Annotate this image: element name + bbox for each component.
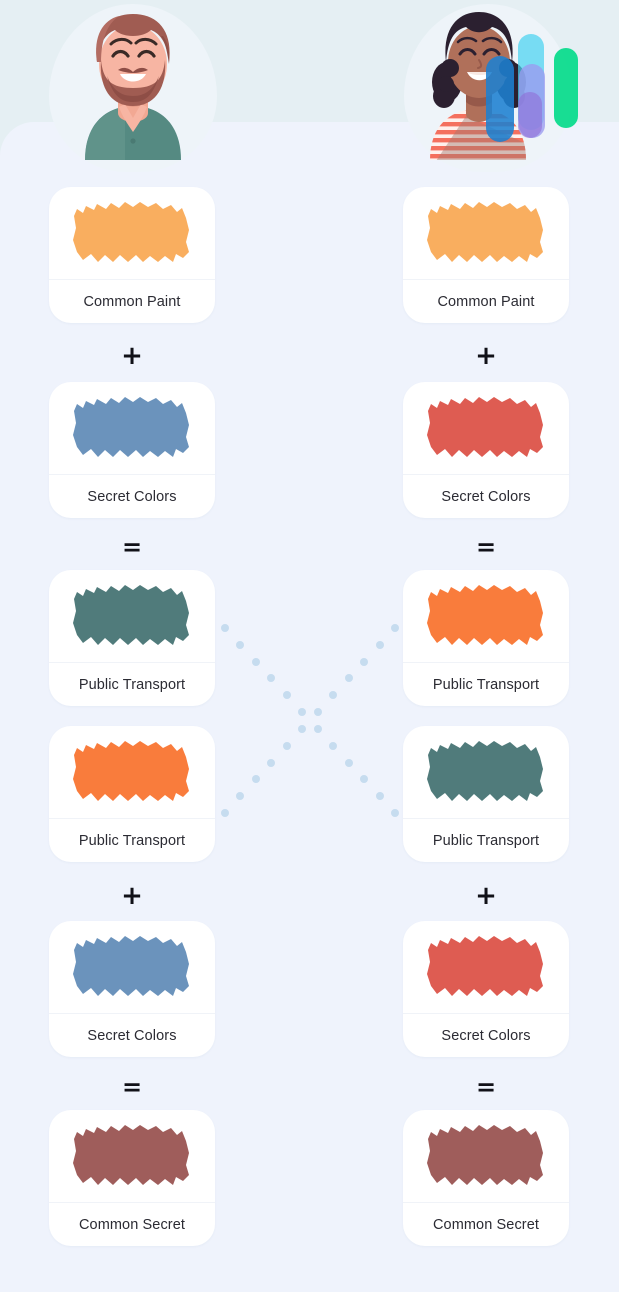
secret-colors-swatch: [427, 397, 543, 457]
card-common-paint[interactable]: Common Paint: [403, 187, 569, 323]
exchange-dot: [329, 691, 338, 700]
exchange-dot: [391, 624, 399, 632]
operator-plus-2: +: [475, 881, 497, 911]
exchange-dot: [360, 657, 369, 666]
bearded-man-avatar: [63, 10, 203, 160]
secret-colors-swatch: [73, 397, 189, 457]
card-label: Secret Colors: [87, 488, 177, 505]
card-label: Secret Colors: [441, 488, 531, 505]
exchange-dot: [236, 640, 245, 649]
card-public-transport-b[interactable]: Public Transport: [49, 726, 215, 862]
card-common-secret[interactable]: Common Secret: [49, 1110, 215, 1246]
swatch-public-transport-a: [49, 570, 215, 663]
exchange-dot: [375, 640, 384, 649]
exchange-dot: [313, 708, 322, 717]
swatch-secret-colors: [49, 382, 215, 475]
public-transport-swatch: [73, 585, 189, 645]
card-label: Public Transport: [432, 832, 540, 849]
operator-equals-1: =: [121, 533, 143, 561]
public-transport-swatch: [427, 585, 543, 645]
swatch-common-paint: [49, 187, 215, 280]
operator-equals-2: =: [475, 1073, 497, 1101]
operator-plus-2: +: [121, 881, 143, 911]
common-secret-swatch: [427, 1125, 543, 1185]
panel-corner-shoulder: [0, 122, 40, 162]
exchange-dot: [329, 741, 338, 750]
common-paint-swatch: [73, 202, 189, 262]
woman-with-color-bars-avatar: [420, 10, 600, 160]
card-secret-colors[interactable]: Secret Colors: [49, 382, 215, 518]
card-label: Common Paint: [83, 293, 181, 310]
exchange-dot: [221, 809, 229, 817]
card-label: Common Secret: [432, 1216, 540, 1233]
exchange-dot: [251, 657, 260, 666]
operator-equals-2: =: [121, 1073, 143, 1101]
exchange-dot: [267, 758, 276, 767]
card-public-transport-a[interactable]: Public Transport: [49, 570, 215, 706]
exchange-dot: [298, 708, 307, 717]
swatch-secret-colors-2: [403, 921, 569, 1014]
card-label: Common Paint: [437, 293, 535, 310]
swatch-public-transport-b: [49, 726, 215, 819]
dotted-exchange-x: [221, 624, 399, 817]
exchange-dot: [236, 792, 245, 801]
exchange-dot: [344, 674, 353, 683]
swatch-common-paint: [403, 187, 569, 280]
card-label: Secret Colors: [441, 1027, 531, 1044]
exchange-dot: [282, 691, 291, 700]
exchange-dot: [375, 792, 384, 801]
card-common-secret[interactable]: Common Secret: [403, 1110, 569, 1246]
swatch-secret-colors: [403, 382, 569, 475]
card-public-transport-a[interactable]: Public Transport: [403, 570, 569, 706]
operator-plus-1: +: [475, 341, 497, 371]
operator-plus-1: +: [121, 341, 143, 371]
exchange-dot: [391, 809, 399, 817]
exchange-dot: [267, 674, 276, 683]
secret-colors-swatch: [427, 936, 543, 996]
exchange-dot: [251, 775, 260, 784]
exchange-dot: [344, 758, 353, 767]
swatch-common-secret: [403, 1110, 569, 1203]
common-secret-swatch: [73, 1125, 189, 1185]
card-label: Common Secret: [78, 1216, 186, 1233]
secret-colors-swatch: [73, 936, 189, 996]
swatch-public-transport-a: [403, 570, 569, 663]
exchange-dot: [221, 624, 229, 632]
card-label: Public Transport: [78, 832, 186, 849]
diffie-hellman-paint-analogy: Common Paint + Secret Colors = Public Tr…: [0, 0, 619, 1292]
card-label: Public Transport: [78, 676, 186, 693]
card-secret-colors-2[interactable]: Secret Colors: [49, 921, 215, 1057]
card-secret-colors[interactable]: Secret Colors: [403, 382, 569, 518]
operator-equals-1: =: [475, 533, 497, 561]
common-paint-swatch: [427, 202, 543, 262]
swatch-secret-colors-2: [49, 921, 215, 1014]
exchange-dot: [282, 741, 291, 750]
card-public-transport-b[interactable]: Public Transport: [403, 726, 569, 862]
public-transport-swatch: [73, 741, 189, 801]
card-common-paint[interactable]: Common Paint: [49, 187, 215, 323]
exchange-dot: [360, 775, 369, 784]
card-secret-colors-2[interactable]: Secret Colors: [403, 921, 569, 1057]
card-label: Secret Colors: [87, 1027, 177, 1044]
swatch-public-transport-b: [403, 726, 569, 819]
exchange-dot: [313, 724, 322, 733]
card-label: Public Transport: [432, 676, 540, 693]
swatch-common-secret: [49, 1110, 215, 1203]
public-transport-swatch: [427, 741, 543, 801]
exchange-dot: [298, 724, 307, 733]
